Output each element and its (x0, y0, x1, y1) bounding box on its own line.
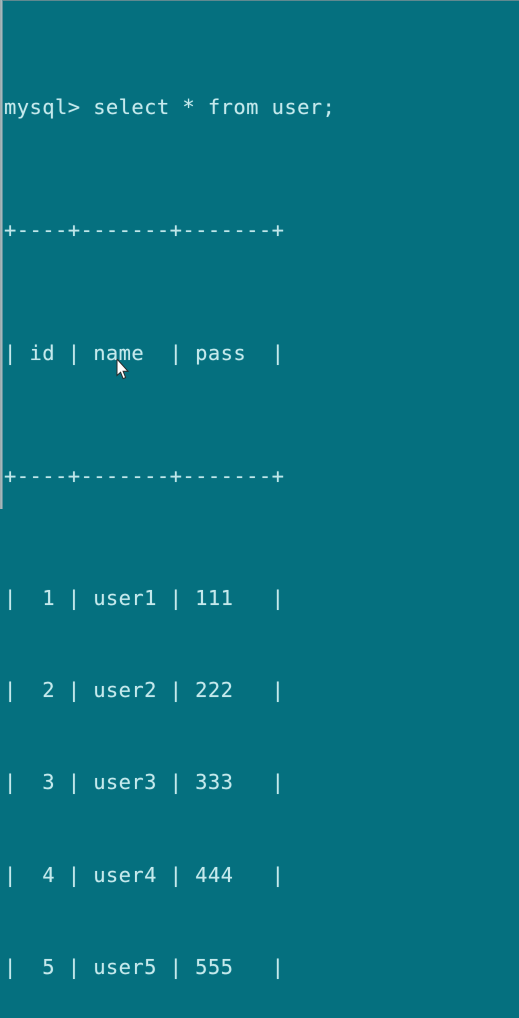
prompt-line: mysql> select * from user; (4, 95, 336, 120)
mysql-terminal-window[interactable]: mysql> select * from user; +----+-------… (0, 0, 519, 979)
table-row: | 1 | user1 | 111 | (4, 586, 285, 611)
table-border-middle: +----+-------+-------+ (4, 463, 285, 488)
table-row: | 2 | user2 | 222 | (4, 678, 285, 703)
window-top-border (0, 0, 519, 1)
table-row: | 3 | user3 | 333 | (4, 770, 285, 795)
terminal-output[interactable]: mysql> select * from user; +----+-------… (4, 0, 519, 1018)
table-header-row: | id | name | pass | (4, 340, 285, 365)
window-left-border (0, 0, 3, 509)
table-row: | 4 | user4 | 444 | (4, 862, 285, 887)
table-border-top: +----+-------+-------+ (4, 217, 285, 242)
table-row: | 5 | user5 | 555 | (4, 954, 285, 979)
